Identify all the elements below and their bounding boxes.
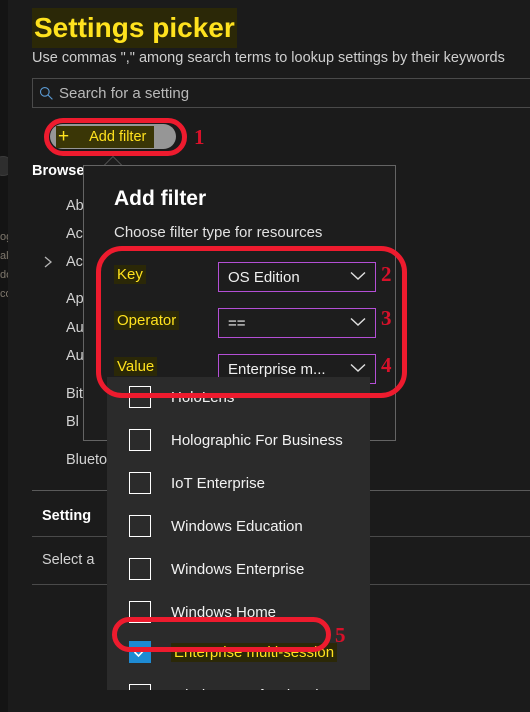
dialog-title: Add filter: [114, 187, 207, 210]
option-row[interactable]: Windows Professional: [107, 675, 370, 690]
filter-operator-select[interactable]: ==: [218, 308, 376, 338]
add-filter-highlight: + Add filter: [56, 125, 155, 148]
value-options-dropdown[interactable]: HoloLens Holographic For Business IoT Ente…: [107, 377, 370, 690]
background-list-item[interactable]: Ab: [66, 198, 84, 214]
checkbox-icon[interactable]: [129, 558, 151, 580]
option-row[interactable]: IoT Enterprise: [107, 463, 370, 503]
background-list-item[interactable]: Bl: [66, 414, 79, 430]
background-list-item[interactable]: Au: [66, 320, 84, 336]
annotation-number-4: 4: [381, 353, 392, 377]
settings-picker-page: Settings picker Use commas "," among sea…: [8, 0, 530, 712]
background-list-item[interactable]: Ap: [66, 291, 84, 307]
annotation-number-3: 3: [381, 306, 392, 330]
filter-field-row: Operator ==: [114, 308, 379, 338]
background-list-item[interactable]: Ac: [66, 226, 83, 242]
chevron-down-icon: [350, 314, 366, 332]
filter-field-label: Operator: [114, 311, 180, 330]
add-filter-button[interactable]: + Add filter: [50, 124, 176, 149]
option-label: Windows Home: [171, 603, 277, 621]
filter-field-label: Key: [114, 265, 146, 284]
search-placeholder: Search for a setting: [59, 84, 190, 102]
settings-select-row: Select a: [42, 552, 95, 568]
checkbox-icon[interactable]: [129, 472, 151, 494]
left-edge-strip: [0, 0, 8, 712]
chevron-down-icon: [350, 268, 366, 286]
checkbox-checked-icon[interactable]: [129, 641, 151, 663]
checkbox-icon[interactable]: [129, 429, 151, 451]
dialog-subtitle: Choose filter type for resources: [114, 224, 323, 241]
filter-field-row: Key OS Edition: [114, 262, 379, 292]
option-row[interactable]: Windows Education: [107, 506, 370, 546]
option-row[interactable]: Holographic For Business: [107, 420, 370, 460]
option-row[interactable]: Windows Home: [107, 592, 370, 632]
option-row[interactable]: HoloLens: [107, 377, 370, 417]
filter-select-value: OS Edition: [228, 268, 300, 286]
filter-key-select[interactable]: OS Edition: [218, 262, 376, 292]
option-label: Holographic For Business: [171, 431, 343, 449]
page-title: Settings picker: [32, 8, 237, 48]
settings-section-header: Setting: [42, 508, 92, 524]
checkbox-icon[interactable]: [129, 386, 151, 408]
annotation-number-1: 1: [194, 125, 205, 149]
option-row[interactable]: Enterprise multi-session: [107, 632, 370, 672]
option-label: Enterprise multi-session: [171, 642, 338, 662]
background-list-item[interactable]: Bit: [66, 386, 83, 402]
background-list-item[interactable]: Blueto: [66, 452, 107, 468]
search-input[interactable]: Search for a setting: [32, 78, 530, 108]
option-label: Windows Professional: [171, 687, 319, 691]
page-subtitle: Use commas "," among search terms to loo…: [32, 50, 505, 66]
checkbox-icon[interactable]: [129, 601, 151, 623]
annotation-number-2: 2: [381, 262, 392, 286]
option-row[interactable]: Windows Enterprise: [107, 549, 370, 589]
browse-section-header: Browse: [32, 163, 85, 179]
option-label: Windows Enterprise: [171, 560, 305, 578]
filter-select-value: ==: [228, 314, 246, 332]
annotation-number-5: 5: [335, 623, 346, 647]
search-icon: [33, 86, 59, 101]
filter-field-label: Value: [114, 357, 158, 376]
plus-icon: +: [58, 126, 70, 147]
chevron-right-icon[interactable]: [42, 255, 56, 269]
filter-select-value: Enterprise m...: [228, 360, 326, 378]
add-filter-label: Add filter: [89, 128, 147, 145]
background-list-item[interactable]: Ac: [66, 254, 83, 270]
checkbox-icon[interactable]: [129, 515, 151, 537]
background-list-item[interactable]: Au: [66, 348, 84, 364]
checkbox-icon[interactable]: [129, 684, 151, 690]
option-label: HoloLens: [171, 388, 235, 406]
option-label: Windows Education: [171, 517, 303, 535]
option-label: IoT Enterprise: [171, 474, 265, 492]
chevron-down-icon: [350, 360, 366, 378]
